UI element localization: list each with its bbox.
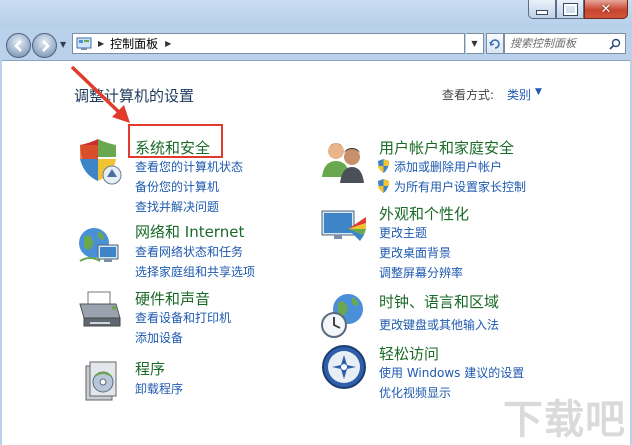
category-link[interactable]: 优化视频显示 bbox=[379, 384, 451, 401]
category-title[interactable]: 硬件和声音 bbox=[135, 288, 210, 309]
view-by-label: 查看方式: bbox=[442, 88, 495, 102]
clock-globe-icon[interactable] bbox=[320, 291, 368, 339]
search-icon[interactable] bbox=[609, 38, 621, 50]
category-link[interactable]: 查看您的计算机状态 bbox=[135, 158, 243, 175]
recent-pages-dropdown-icon[interactable]: ▼ bbox=[60, 40, 66, 49]
category-link[interactable]: 查看网络状态和任务 bbox=[135, 243, 243, 260]
watermark-logo: 下载吧 bbox=[503, 397, 626, 443]
category-link[interactable]: 为所有用户设置家长控制 bbox=[377, 178, 526, 195]
category-link[interactable]: 查找并解决问题 bbox=[135, 198, 219, 215]
category-link[interactable]: 添加或删除用户帐户 bbox=[377, 158, 502, 175]
link-label: 添加或删除用户帐户 bbox=[394, 160, 503, 174]
caption-buttons: ✕ bbox=[528, 0, 628, 20]
forward-button[interactable] bbox=[32, 33, 57, 58]
category-link[interactable]: 卸载程序 bbox=[135, 380, 183, 397]
chevron-down-icon: ▼ bbox=[471, 39, 478, 48]
annotation-arrow-icon bbox=[70, 65, 130, 123]
address-bar[interactable]: ▶ 控制面板 ▶ bbox=[72, 33, 465, 54]
main-content: 调整计算机的设置 查看方式: 类别 ▼ 系统和安全 查看您的计算机状态 备份您的… bbox=[2, 60, 630, 445]
arrow-left-icon bbox=[13, 39, 22, 52]
search-input[interactable] bbox=[510, 37, 600, 50]
category-title[interactable]: 网络和 Internet bbox=[135, 221, 244, 242]
maximize-icon bbox=[562, 2, 578, 16]
category-link[interactable]: 查看设备和打印机 bbox=[135, 309, 231, 326]
category-title[interactable]: 时钟、语言和区域 bbox=[379, 291, 499, 312]
refresh-button[interactable] bbox=[486, 33, 504, 54]
control-panel-icon bbox=[76, 37, 92, 50]
category-link[interactable]: 选择家庭组和共享选项 bbox=[135, 263, 255, 280]
breadcrumb-separator-icon: ▶ bbox=[98, 39, 105, 48]
breadcrumb-control-panel[interactable]: 控制面板 bbox=[110, 35, 158, 52]
refresh-icon bbox=[489, 38, 500, 49]
search-box[interactable] bbox=[504, 33, 626, 54]
close-button[interactable]: ✕ bbox=[584, 0, 628, 19]
navigation-bar: ▼ ▶ 控制面板 ▶ ▼ bbox=[0, 28, 632, 60]
network-icon[interactable] bbox=[76, 221, 124, 269]
category-title[interactable]: 用户帐户和家庭安全 bbox=[379, 137, 514, 158]
category-link[interactable]: 更改桌面背景 bbox=[379, 244, 451, 261]
view-by-dropdown[interactable]: 类别 bbox=[507, 86, 531, 103]
uac-shield-icon bbox=[378, 159, 389, 173]
minimize-icon bbox=[536, 9, 548, 15]
programs-icon[interactable] bbox=[76, 358, 124, 406]
category-link[interactable]: 使用 Windows 建议的设置 bbox=[379, 364, 524, 381]
category-link[interactable]: 添加设备 bbox=[135, 329, 183, 346]
category-title[interactable]: 程序 bbox=[135, 358, 165, 379]
appearance-icon[interactable] bbox=[320, 203, 368, 251]
link-label: 为所有用户设置家长控制 bbox=[394, 180, 527, 194]
category-link[interactable]: 备份您的计算机 bbox=[135, 178, 219, 195]
maximize-button[interactable] bbox=[556, 0, 584, 19]
category-link[interactable]: 更改键盘或其他输入法 bbox=[379, 316, 499, 333]
minimize-button[interactable] bbox=[528, 0, 556, 19]
users-icon[interactable] bbox=[320, 137, 368, 185]
title-bar: ✕ bbox=[0, 0, 632, 28]
uac-shield-icon bbox=[378, 179, 389, 193]
close-icon: ✕ bbox=[600, 1, 612, 17]
category-title[interactable]: 轻松访问 bbox=[379, 343, 439, 364]
accessibility-icon[interactable] bbox=[320, 343, 368, 391]
back-button[interactable] bbox=[6, 33, 31, 58]
arrow-right-icon bbox=[41, 39, 50, 52]
shield-icon[interactable] bbox=[76, 137, 124, 185]
breadcrumb-separator-icon[interactable]: ▶ bbox=[165, 39, 171, 48]
category-title[interactable]: 外观和个性化 bbox=[379, 203, 469, 224]
printer-icon[interactable] bbox=[76, 288, 124, 336]
category-link[interactable]: 调整屏幕分辨率 bbox=[379, 264, 463, 281]
category-link[interactable]: 更改主题 bbox=[379, 224, 427, 241]
address-dropdown-button[interactable]: ▼ bbox=[466, 33, 484, 54]
chevron-down-icon[interactable]: ▼ bbox=[535, 87, 542, 97]
